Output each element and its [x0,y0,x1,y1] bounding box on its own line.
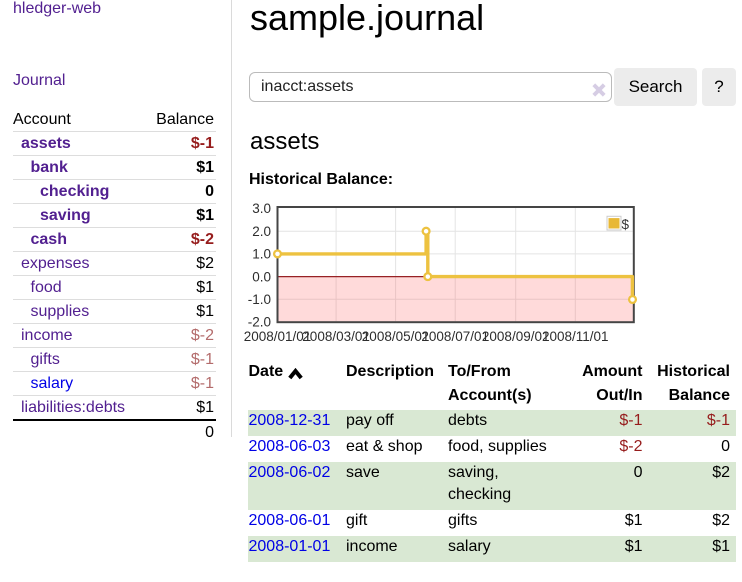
svg-text:-2.0: -2.0 [248,315,271,330]
svg-text:1.0: 1.0 [252,247,271,262]
svg-text:2008/01/01: 2008/01/01 [244,329,312,344]
svg-text:2008/09/01: 2008/09/01 [482,329,550,344]
svg-text:2008/03/01: 2008/03/01 [302,329,370,344]
svg-text:2008/07/01: 2008/07/01 [421,329,489,344]
svg-text:2008/05/01: 2008/05/01 [362,329,430,344]
svg-text:$: $ [622,217,630,232]
svg-text:3.0: 3.0 [252,201,271,216]
svg-text:-1.0: -1.0 [248,292,271,307]
svg-text:2008/11/01: 2008/11/01 [542,329,609,344]
svg-text:0.0: 0.0 [252,269,271,284]
svg-text:2.0: 2.0 [252,224,271,239]
